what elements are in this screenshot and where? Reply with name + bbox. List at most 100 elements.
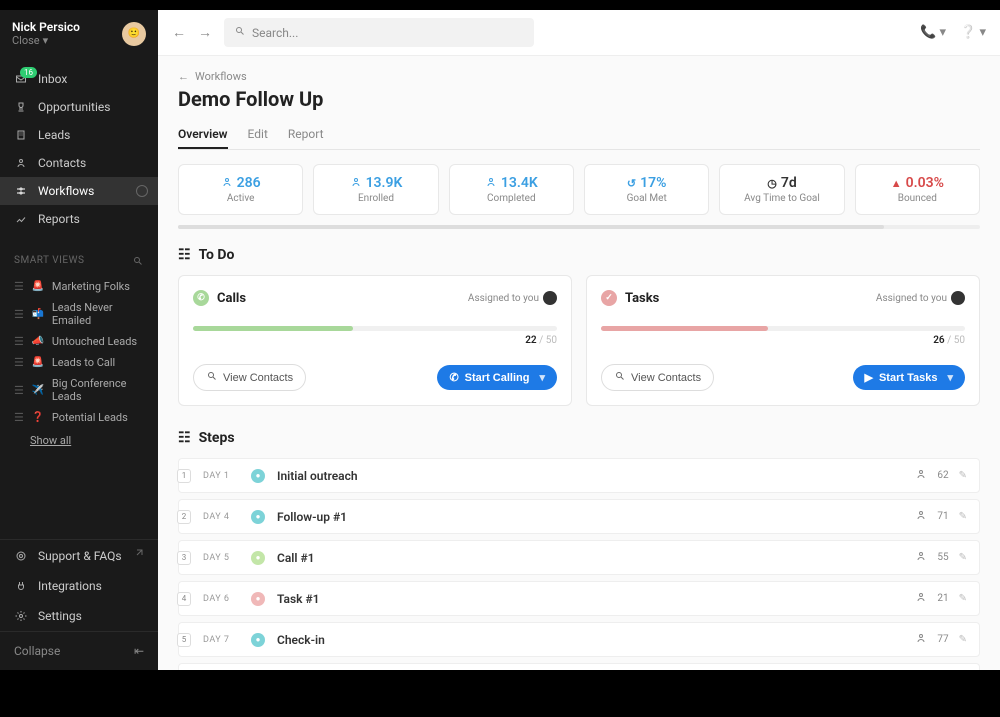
nav-label: Reports [38, 212, 80, 226]
show-all-link[interactable]: Show all [0, 428, 158, 453]
stat-card-enrolled[interactable]: 13.9KEnrolled [313, 164, 438, 215]
step-type-icon: ● [251, 633, 265, 647]
search-input[interactable]: Search... [224, 18, 534, 47]
nav-contacts[interactable]: Contacts [0, 149, 158, 177]
scroll-indicator[interactable] [178, 225, 980, 229]
reply-icon: ↺ [627, 177, 636, 190]
user-menu[interactable]: Nick Persico Close▾ 🙂 [0, 10, 158, 57]
search-icon[interactable] [132, 255, 144, 270]
edit-icon[interactable]: ✎ [959, 552, 967, 563]
nav-label: Leads [38, 128, 70, 142]
todo-header-label: To Do [199, 247, 235, 263]
person-icon [915, 591, 927, 606]
step-count: 71 [937, 511, 948, 522]
step-number: 2 [177, 510, 191, 524]
footer-label: Settings [38, 609, 82, 623]
smart-view-item[interactable]: ☰📣Untouched Leads [0, 331, 158, 352]
external-link-icon [132, 548, 144, 563]
stat-card-avg-time-to-goal[interactable]: ◷7dAvg Time to Goal [719, 164, 844, 215]
assigned-to-you[interactable]: Assigned to you [468, 291, 557, 305]
nav-label: Workflows [38, 184, 94, 198]
calls-total: 50 [546, 335, 557, 346]
sidebar-footer: Support & FAQs Integrations Settings [0, 539, 158, 631]
assigned-to-you[interactable]: Assigned to you [876, 291, 965, 305]
step-number: 5 [177, 633, 191, 647]
breadcrumb-label: Workflows [195, 70, 247, 83]
building-icon [14, 128, 28, 142]
tab-overview[interactable]: Overview [178, 121, 228, 149]
play-icon: ▶ [865, 371, 873, 384]
smart-view-item[interactable]: ☰✈️Big Conference Leads [0, 373, 158, 407]
tab-edit[interactable]: Edit [248, 121, 268, 149]
avatar[interactable]: 🙂 [122, 22, 146, 46]
nav-reports[interactable]: Reports [0, 205, 158, 233]
stat-card-active[interactable]: 286Active [178, 164, 303, 215]
emoji-icon: ✈️ [32, 385, 44, 396]
step-day: DAY 4 [203, 512, 239, 522]
person-icon [350, 176, 362, 191]
step-row[interactable]: 2DAY 4●Follow-up #171✎ [178, 499, 980, 534]
start-tasks-button[interactable]: ▶ Start Tasks ▾ [853, 365, 966, 390]
todo-card-calls: ✆ Calls Assigned to you 22 / 50 [178, 275, 572, 406]
footer-support[interactable]: Support & FAQs [0, 540, 158, 571]
edit-icon[interactable]: ✎ [959, 634, 967, 645]
clock-icon: ◷ [767, 177, 777, 190]
nav-opportunities[interactable]: Opportunities [0, 93, 158, 121]
stat-card-goal-met[interactable]: ↺17%Goal Met [584, 164, 709, 215]
main: ← → Search... 📞 ▾ ❔ ▾ ← Workflows Demo F… [158, 10, 1000, 670]
collapse-icon: ⇤ [134, 644, 144, 658]
edit-icon[interactable]: ✎ [959, 470, 967, 481]
smart-view-item[interactable]: ☰🚨Marketing Folks [0, 276, 158, 297]
phone-dropdown[interactable]: 📞 ▾ [920, 25, 946, 40]
smart-view-item[interactable]: ☰🚨Leads to Call [0, 352, 158, 373]
stat-value: 7d [781, 175, 797, 191]
smart-view-item[interactable]: ☰📬Leads Never Emailed [0, 297, 158, 331]
start-calling-button[interactable]: ✆ Start Calling ▾ [437, 365, 557, 390]
footer-settings[interactable]: Settings [0, 601, 158, 631]
calls-done: 22 [525, 335, 536, 346]
collapse-sidebar[interactable]: Collapse ⇤ [0, 631, 158, 670]
view-contacts-label: View Contacts [223, 372, 293, 384]
nav-workflows[interactable]: Workflows [0, 177, 158, 205]
help-dropdown[interactable]: ❔ ▾ [960, 25, 986, 40]
smart-label: Untouched Leads [52, 335, 137, 348]
nav-inbox[interactable]: 16 Inbox [0, 65, 158, 93]
steps-header: ☷ Steps [178, 430, 980, 446]
content: ← Workflows Demo Follow Up OverviewEditR… [158, 56, 1000, 670]
plug-icon [14, 579, 28, 593]
person-icon [221, 176, 233, 191]
step-row[interactable]: 3DAY 5●Call #155✎ [178, 540, 980, 575]
breadcrumb[interactable]: ← Workflows [178, 70, 980, 83]
stat-value: 0.03% [906, 175, 944, 191]
search-placeholder: Search... [252, 26, 298, 40]
step-type-icon: ● [251, 551, 265, 565]
step-type-icon: ● [251, 592, 265, 606]
avatar [951, 291, 965, 305]
step-row[interactable]: 5DAY 7●Check-in77✎ [178, 622, 980, 657]
back-button[interactable]: ← [172, 24, 186, 41]
stat-card-bounced[interactable]: ▲0.03%Bounced [855, 164, 980, 215]
assigned-label: Assigned to you [468, 293, 539, 304]
view-contacts-button[interactable]: View Contacts [193, 364, 306, 391]
list-icon: ☰ [14, 308, 24, 321]
stat-value: 17% [640, 175, 666, 191]
forward-button[interactable]: → [198, 24, 212, 41]
view-contacts-button[interactable]: View Contacts [601, 364, 714, 391]
stat-card-completed[interactable]: 13.4KCompleted [449, 164, 574, 215]
phone-icon: ✆ [193, 290, 209, 306]
edit-icon[interactable]: ✎ [959, 593, 967, 604]
step-name: Task #1 [277, 592, 320, 606]
step-day: DAY 1 [203, 471, 239, 481]
nav-leads[interactable]: Leads [0, 121, 158, 149]
step-row[interactable]: 1DAY 1●Initial outreach62✎ [178, 458, 980, 493]
footer-integrations[interactable]: Integrations [0, 571, 158, 601]
step-row[interactable]: 4DAY 6●Task #121✎ [178, 581, 980, 616]
step-type-icon: ● [251, 469, 265, 483]
step-row[interactable]: 6DAY 9●Follow-up #255✎ [178, 663, 980, 670]
smart-view-item[interactable]: ☰❓Potential Leads [0, 407, 158, 428]
edit-icon[interactable]: ✎ [959, 511, 967, 522]
org-name: Close▾ [12, 34, 80, 47]
start-tasks-label: Start Tasks [879, 372, 938, 384]
tab-report[interactable]: Report [288, 121, 324, 149]
nav-label: Opportunities [38, 100, 110, 114]
